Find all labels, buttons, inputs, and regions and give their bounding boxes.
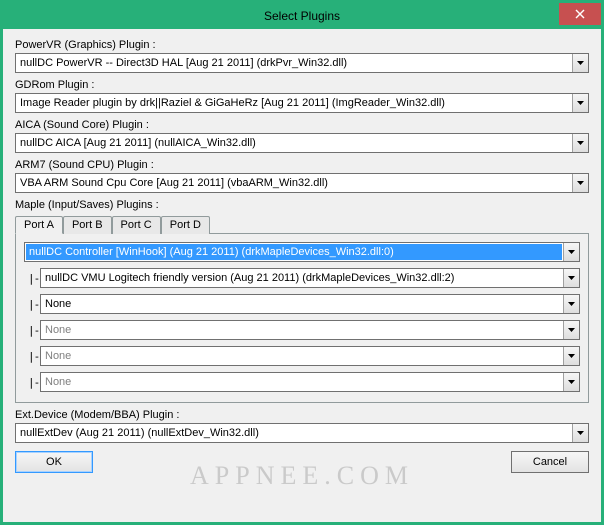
tree-connector-icon: |- xyxy=(24,325,40,336)
chevron-down-icon xyxy=(563,269,579,287)
close-button[interactable] xyxy=(559,3,601,25)
powervr-dropdown[interactable]: nullDC PowerVR -- Direct3D HAL [Aug 21 2… xyxy=(15,53,589,73)
powervr-label: PowerVR (Graphics) Plugin : xyxy=(15,39,589,51)
maple-sub3-dropdown[interactable]: None xyxy=(40,320,580,340)
extdev-dropdown[interactable]: nullExtDev (Aug 21 2011) (nullExtDev_Win… xyxy=(15,423,589,443)
tab-port-b[interactable]: Port B xyxy=(63,216,112,234)
window-title: Select Plugins xyxy=(264,9,340,23)
maple-main-dropdown[interactable]: nullDC Controller [WinHook] (Aug 21 2011… xyxy=(24,242,580,262)
tabs-row: Port A Port B Port C Port D xyxy=(15,216,589,234)
maple-sub4-dropdown[interactable]: None xyxy=(40,346,580,366)
tab-port-a[interactable]: Port A xyxy=(15,216,63,234)
maple-sub3-value: None xyxy=(41,324,563,336)
arm7-label: ARM7 (Sound CPU) Plugin : xyxy=(15,159,589,171)
maple-sub4-value: None xyxy=(41,350,563,362)
tree-connector-icon: |- xyxy=(24,377,40,388)
maple-tabset: Port A Port B Port C Port D nullDC Contr… xyxy=(15,215,589,403)
tree-connector-icon: |- xyxy=(24,273,40,284)
extdev-value: nullExtDev (Aug 21 2011) (nullExtDev_Win… xyxy=(16,427,572,439)
maple-sub1-dropdown[interactable]: nullDC VMU Logitech friendly version (Au… xyxy=(40,268,580,288)
dialog-window: Select Plugins PowerVR (Graphics) Plugin… xyxy=(0,0,604,525)
aica-value: nullDC AICA [Aug 21 2011] (nullAICA_Win3… xyxy=(16,137,572,149)
arm7-value: VBA ARM Sound Cpu Core [Aug 21 2011] (vb… xyxy=(16,177,572,189)
ok-button[interactable]: OK xyxy=(15,451,93,473)
cancel-button[interactable]: Cancel xyxy=(511,451,589,473)
chevron-down-icon xyxy=(563,321,579,339)
maple-sub1-value: nullDC VMU Logitech friendly version (Au… xyxy=(41,272,563,284)
chevron-down-icon xyxy=(572,134,588,152)
maple-sub2-dropdown[interactable]: None xyxy=(40,294,580,314)
tab-port-d[interactable]: Port D xyxy=(161,216,210,234)
titlebar: Select Plugins xyxy=(3,3,601,29)
tree-connector-icon: |- xyxy=(24,351,40,362)
chevron-down-icon xyxy=(563,243,579,261)
chevron-down-icon xyxy=(572,424,588,442)
maple-sub5-dropdown[interactable]: None xyxy=(40,372,580,392)
chevron-down-icon xyxy=(572,54,588,72)
tab-panel-port-a: nullDC Controller [WinHook] (Aug 21 2011… xyxy=(15,233,589,403)
gdrom-dropdown[interactable]: Image Reader plugin by drk||Raziel & GiG… xyxy=(15,93,589,113)
extdev-label: Ext.Device (Modem/BBA) Plugin : xyxy=(15,409,589,421)
aica-label: AICA (Sound Core) Plugin : xyxy=(15,119,589,131)
maple-sub5-value: None xyxy=(41,376,563,388)
button-row: OK Cancel xyxy=(15,451,589,473)
chevron-down-icon xyxy=(572,174,588,192)
chevron-down-icon xyxy=(563,295,579,313)
gdrom-value: Image Reader plugin by drk||Raziel & GiG… xyxy=(16,97,572,109)
maple-label: Maple (Input/Saves) Plugins : xyxy=(15,199,589,211)
aica-dropdown[interactable]: nullDC AICA [Aug 21 2011] (nullAICA_Win3… xyxy=(15,133,589,153)
chevron-down-icon xyxy=(572,94,588,112)
tab-port-c[interactable]: Port C xyxy=(112,216,161,234)
maple-sub2-value: None xyxy=(41,298,563,310)
dialog-content: PowerVR (Graphics) Plugin : nullDC Power… xyxy=(3,29,601,522)
chevron-down-icon xyxy=(563,373,579,391)
powervr-value: nullDC PowerVR -- Direct3D HAL [Aug 21 2… xyxy=(16,57,572,69)
chevron-down-icon xyxy=(563,347,579,365)
arm7-dropdown[interactable]: VBA ARM Sound Cpu Core [Aug 21 2011] (vb… xyxy=(15,173,589,193)
maple-main-value: nullDC Controller [WinHook] (Aug 21 2011… xyxy=(26,244,562,260)
tree-connector-icon: |- xyxy=(24,299,40,310)
gdrom-label: GDRom Plugin : xyxy=(15,79,589,91)
